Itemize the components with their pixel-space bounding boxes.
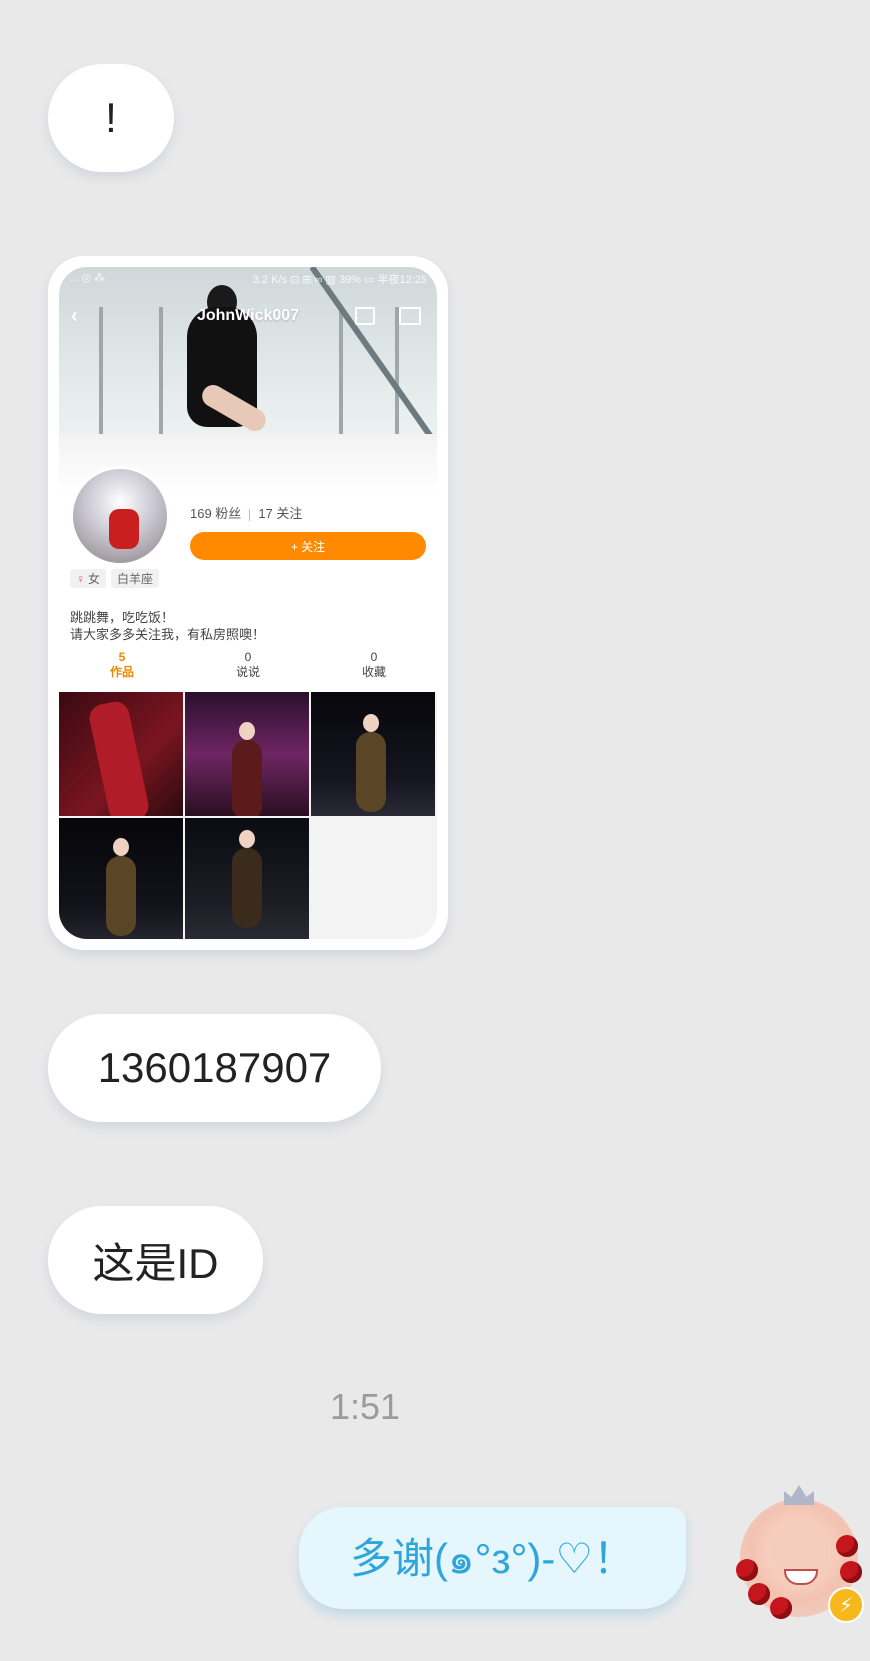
avatar-figure: [109, 509, 139, 549]
work-thumbnail: [59, 818, 183, 939]
gender-label: 女: [88, 572, 101, 586]
message-text: 多谢(๑°з°)-♡！: [349, 1534, 636, 1582]
zodiac-tag: 白羊座: [111, 569, 160, 588]
status-left: ... ◎ ⁂: [69, 272, 105, 284]
my-avatar[interactable]: ⚡: [736, 1485, 864, 1623]
profile-username: JohnWick007: [196, 307, 300, 324]
count-value: 0: [370, 650, 378, 664]
crown-icon: [784, 1485, 814, 1505]
profile-top-bar: ‹ JohnWick007: [59, 305, 437, 331]
female-icon: ♀: [76, 571, 85, 586]
thumbnail-figure: [356, 732, 386, 812]
thumbnail-figure: [239, 722, 255, 740]
message-bubble-id-note[interactable]: 这是ID: [48, 1206, 263, 1314]
outgoing-message-bubble[interactable]: 多谢(๑°з°)-♡！: [299, 1507, 686, 1609]
rose-decoration: [736, 1559, 758, 1581]
thumbnail-figure: [106, 856, 136, 936]
add-friend-icon: [399, 307, 421, 325]
message-bubble-number[interactable]: 1360187907: [48, 1014, 381, 1122]
bio-line: 请大家多多关注我，有私房照噢！: [70, 627, 266, 642]
count-favorites: 0 收藏: [311, 650, 437, 680]
following-count: 17 关注: [258, 506, 303, 521]
rose-decoration: [836, 1535, 858, 1557]
profile-screenshot: ... ◎ ⁂ 3.2 K/s ⊡ ⊞ ∞ ▥ 39% ▭ 半夜12:25 ‹ …: [59, 267, 437, 939]
work-thumbnail: [311, 692, 435, 816]
thumbnail-figure: [232, 740, 262, 816]
gender-tag: ♀ 女: [70, 569, 107, 588]
profile-counts: 5 作品 0 说说 0 收藏: [59, 650, 437, 680]
work-thumbnail: [185, 818, 309, 939]
rose-decoration: [770, 1597, 792, 1619]
follow-button: + 关注: [190, 532, 426, 560]
lightning-icon: ⚡: [828, 1587, 864, 1623]
thumbnail-figure: [113, 838, 129, 856]
profile-stats: 169 粉丝 17 关注: [190, 503, 302, 522]
thumbnail-figure: [232, 848, 262, 928]
message-bubble-exclaim[interactable]: !: [48, 64, 174, 172]
thumbnail-figure: [363, 714, 379, 732]
fans-count: 169 粉丝: [190, 506, 242, 521]
rose-decoration: [748, 1583, 770, 1605]
bio-line: 跳跳舞，吃吃饭！: [70, 610, 175, 625]
works-grid: [59, 692, 437, 939]
count-works: 5 作品: [59, 650, 185, 680]
message-text: 1360187907: [97, 1044, 332, 1091]
timestamp: 1:51: [329, 1386, 401, 1427]
status-right: 3.2 K/s ⊡ ⊞ ∞ ▥ 39% ▭ 半夜12:25: [252, 274, 427, 286]
count-value: 5: [118, 650, 126, 664]
stats-divider: [249, 508, 251, 521]
count-posts: 0 说说: [185, 650, 311, 680]
work-thumbnail: [59, 692, 183, 816]
rose-decoration: [840, 1561, 862, 1583]
work-thumbnail: [185, 692, 309, 816]
count-label: 收藏: [361, 665, 386, 679]
image-message-bubble[interactable]: ... ◎ ⁂ 3.2 K/s ⊡ ⊞ ∞ ▥ 39% ▭ 半夜12:25 ‹ …: [48, 256, 448, 950]
profile-avatar: [70, 466, 170, 566]
profile-cover-image: ... ◎ ⁂ 3.2 K/s ⊡ ⊞ ∞ ▥ 39% ▭ 半夜12:25 ‹ …: [59, 267, 437, 494]
message-text: 这是ID: [92, 1239, 219, 1287]
thumbnail-figure: [86, 699, 152, 816]
mail-icon: [355, 307, 375, 325]
profile-bio: 跳跳舞，吃吃饭！ 请大家多多关注我，有私房照噢！: [70, 609, 265, 643]
count-value: 0: [244, 650, 252, 664]
count-label: 说说: [235, 665, 260, 679]
count-label: 作品: [109, 665, 134, 679]
thumbnail-figure: [239, 830, 255, 848]
message-text: !: [105, 94, 117, 141]
status-bar: ... ◎ ⁂ 3.2 K/s ⊡ ⊞ ∞ ▥ 39% ▭ 半夜12:25: [59, 271, 437, 291]
